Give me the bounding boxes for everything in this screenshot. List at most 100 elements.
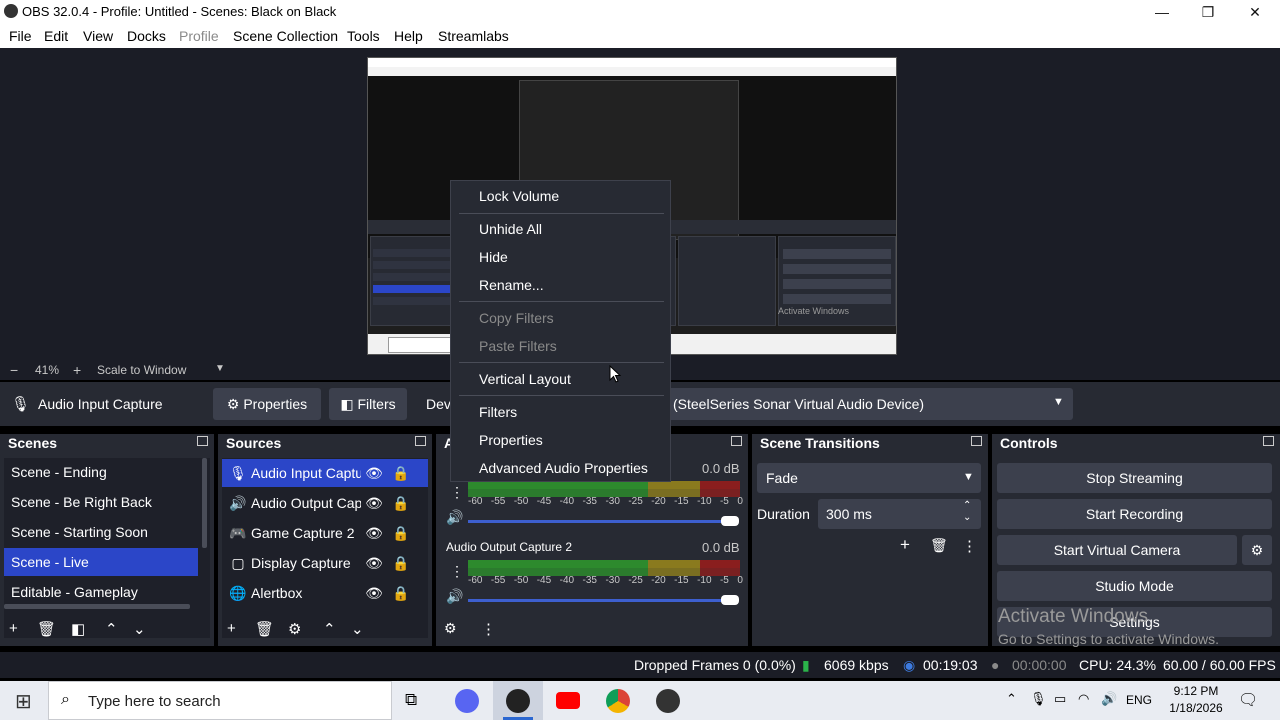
- visibility-eye-icon[interactable]: 👁: [365, 459, 383, 487]
- transition-menu-dots-icon[interactable]: ⋮: [962, 537, 977, 555]
- menu-tools[interactable]: Tools: [347, 28, 380, 44]
- move-source-up-icon[interactable]: ⌃: [323, 620, 336, 638]
- visibility-eye-icon[interactable]: 👁: [365, 549, 383, 577]
- scene-item[interactable]: Editable - Gameplay: [4, 578, 198, 606]
- scale-mode-select[interactable]: Scale to Window: [97, 363, 186, 377]
- menu-file[interactable]: File: [9, 28, 32, 44]
- lock-icon[interactable]: 🔒: [392, 579, 409, 607]
- add-source-icon[interactable]: +: [227, 620, 236, 637]
- taskbar-search-box[interactable]: ⌕ Type here to search: [48, 681, 392, 720]
- menu-docks[interactable]: Docks: [127, 28, 166, 44]
- visibility-eye-icon[interactable]: 👁: [365, 519, 383, 547]
- scenes-vscrollbar[interactable]: [202, 458, 207, 548]
- spin-up-icon[interactable]: ⌃: [963, 500, 971, 511]
- start-virtual-camera-button[interactable]: Start Virtual Camera: [997, 535, 1237, 565]
- remove-source-trash-icon[interactable]: 🗑: [255, 620, 274, 638]
- tray-battery-icon[interactable]: ▭: [1054, 691, 1066, 707]
- menu-item-rename[interactable]: Rename...: [479, 277, 544, 293]
- volume-slider[interactable]: [468, 599, 730, 602]
- zoom-in-button[interactable]: +: [73, 362, 81, 378]
- volume-speaker-icon[interactable]: 🔊: [446, 588, 463, 605]
- remove-transition-trash-icon[interactable]: 🗑: [930, 537, 948, 554]
- filters-button[interactable]: ◧ Filters: [329, 388, 407, 420]
- source-item[interactable]: ▢ Display Capture 👁 🔒: [222, 549, 428, 577]
- tray-language[interactable]: ENG: [1126, 693, 1152, 707]
- menu-item-advanced-audio-properties[interactable]: Advanced Audio Properties: [479, 460, 648, 476]
- source-item[interactable]: 🎮 Game Capture 2 👁 🔒: [222, 519, 428, 547]
- menu-item-hide[interactable]: Hide: [479, 249, 508, 265]
- properties-button[interactable]: ⚙ Properties: [213, 388, 321, 420]
- obs-taskbar-button-active[interactable]: [493, 681, 543, 720]
- source-item-selected[interactable]: 🎙 Audio Input Captu 👁 🔒: [222, 459, 428, 487]
- device-select[interactable]: (SteelSeries Sonar Virtual Audio Device)…: [666, 388, 1073, 420]
- menu-view[interactable]: View: [83, 28, 113, 44]
- menu-item-unhide-all[interactable]: Unhide All: [479, 221, 542, 237]
- tray-wifi-icon[interactable]: ◠: [1078, 691, 1089, 707]
- scene-item[interactable]: Scene - Be Right Back: [4, 488, 198, 516]
- dock-float-icon[interactable]: [197, 436, 208, 446]
- visibility-eye-icon[interactable]: 👁: [365, 579, 383, 607]
- volume-speaker-icon[interactable]: 🔊: [446, 509, 463, 526]
- mixer-menu-dots-icon[interactable]: ⋮: [481, 620, 496, 638]
- add-scene-icon[interactable]: +: [9, 620, 18, 637]
- menu-item-filters[interactable]: Filters: [479, 404, 517, 420]
- task-view-icon[interactable]: ⧉: [405, 690, 417, 710]
- tray-time[interactable]: 9:12 PM: [1168, 684, 1224, 698]
- visibility-eye-icon[interactable]: 👁: [365, 489, 383, 517]
- channel-menu-dots-icon[interactable]: ⋮: [450, 484, 464, 501]
- youtube-icon[interactable]: [556, 692, 580, 709]
- discord-icon[interactable]: [455, 689, 479, 713]
- stop-streaming-button[interactable]: Stop Streaming: [997, 463, 1272, 493]
- remove-scene-trash-icon[interactable]: 🗑: [37, 620, 56, 638]
- zoom-out-button[interactable]: −: [10, 362, 18, 378]
- mixer-settings-gear-icon[interactable]: ⚙: [444, 620, 457, 637]
- duration-spinbox[interactable]: 300 ms ⌃ ⌄: [818, 499, 981, 529]
- menu-item-paste-filters[interactable]: Paste Filters: [479, 338, 557, 354]
- menu-item-lock-volume[interactable]: Lock Volume: [479, 188, 559, 204]
- scene-filters-icon[interactable]: ◧: [71, 620, 85, 638]
- virtual-camera-settings-gear-icon[interactable]: ⚙: [1242, 535, 1272, 565]
- volume-slider[interactable]: [468, 520, 730, 523]
- menu-help[interactable]: Help: [394, 28, 423, 44]
- scene-item-selected[interactable]: Scene - Live: [4, 548, 198, 576]
- tray-overflow-chevron-icon[interactable]: ⌃: [1006, 691, 1017, 707]
- move-scene-up-icon[interactable]: ⌃: [105, 620, 118, 638]
- move-scene-down-icon[interactable]: ⌄: [133, 620, 146, 638]
- dock-float-icon[interactable]: [971, 436, 982, 446]
- studio-mode-button[interactable]: Studio Mode: [997, 571, 1272, 601]
- menu-edit[interactable]: Edit: [44, 28, 68, 44]
- spin-down-icon[interactable]: ⌄: [963, 512, 971, 523]
- source-properties-gear-icon[interactable]: ⚙: [288, 620, 301, 638]
- source-item[interactable]: 🌐 Alertbox 👁 🔒: [222, 579, 428, 607]
- windows-start-icon[interactable]: ⊞: [15, 689, 32, 714]
- menu-item-vertical-layout[interactable]: Vertical Layout: [479, 371, 571, 387]
- source-item[interactable]: 🔊 Audio Output Cap 👁 🔒: [222, 489, 428, 517]
- scenes-scrollbar[interactable]: [4, 604, 190, 609]
- menu-profile[interactable]: Profile: [179, 28, 219, 44]
- tray-volume-icon[interactable]: 🔊: [1101, 691, 1117, 707]
- scene-item[interactable]: Scene - Ending: [4, 458, 198, 486]
- channel-menu-dots-icon[interactable]: ⋮: [450, 563, 464, 580]
- move-source-down-icon[interactable]: ⌄: [351, 620, 364, 638]
- lock-icon[interactable]: 🔒: [392, 489, 409, 517]
- scale-mode-chevron-icon[interactable]: ▼: [215, 363, 225, 374]
- volume-slider-knob[interactable]: [721, 516, 739, 526]
- chrome-icon[interactable]: [606, 689, 630, 713]
- lock-icon[interactable]: 🔒: [392, 459, 409, 487]
- dock-float-icon[interactable]: [1263, 436, 1274, 446]
- close-button[interactable]: ✕: [1243, 2, 1267, 22]
- restore-button[interactable]: ❐: [1196, 2, 1220, 22]
- tray-date[interactable]: 1/18/2026: [1164, 701, 1228, 715]
- dock-float-icon[interactable]: [415, 436, 426, 446]
- menu-item-copy-filters[interactable]: Copy Filters: [479, 310, 554, 326]
- steelseries-icon[interactable]: [656, 689, 680, 713]
- add-transition-icon[interactable]: +: [900, 535, 910, 555]
- menu-item-properties[interactable]: Properties: [479, 432, 543, 448]
- lock-icon[interactable]: 🔒: [392, 549, 409, 577]
- menu-scene-collection[interactable]: Scene Collection: [233, 28, 338, 44]
- transition-select[interactable]: Fade ▼: [757, 463, 981, 493]
- start-recording-button[interactable]: Start Recording: [997, 499, 1272, 529]
- dock-float-icon[interactable]: [731, 436, 742, 446]
- volume-slider-knob[interactable]: [721, 595, 739, 605]
- minimize-button[interactable]: —: [1150, 2, 1174, 22]
